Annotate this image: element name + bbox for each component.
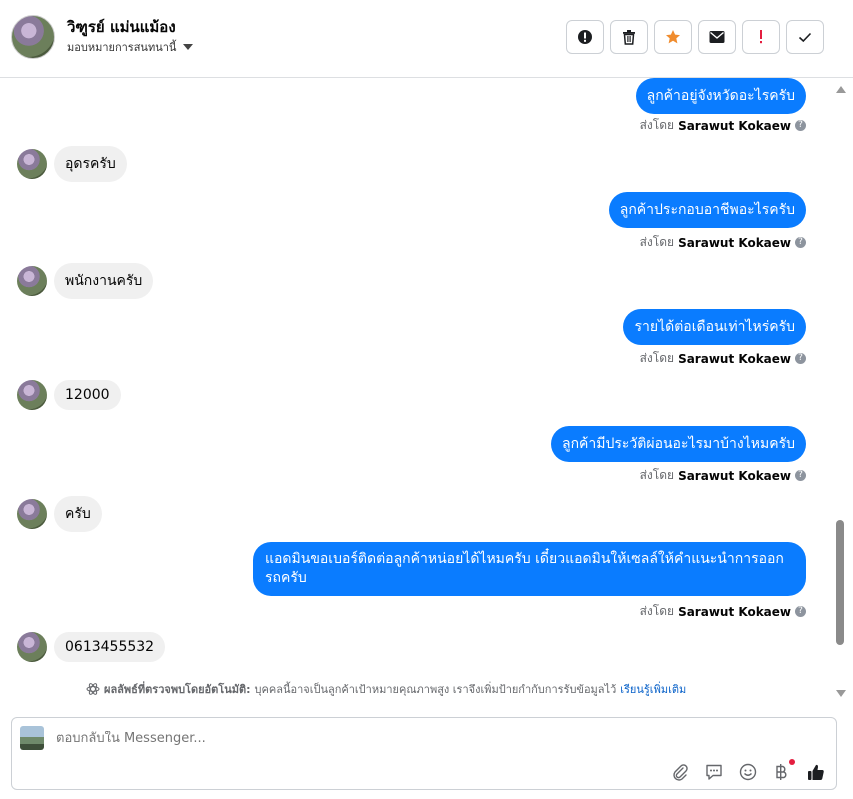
sender-name: Sarawut Kokaew (678, 118, 791, 133)
help-icon[interactable]: ? (795, 353, 806, 364)
check-icon (798, 32, 812, 43)
mark-spam-button[interactable] (566, 20, 604, 54)
auto-note-text: บุคคลนี้อาจเป็นลูกค้าเป้าหมายคุณภาพสูง เ… (254, 683, 617, 696)
saved-replies-button[interactable] (704, 762, 724, 782)
header-toolbar (566, 20, 824, 54)
notification-dot (789, 759, 795, 765)
trash-icon (623, 30, 635, 45)
mail-icon (709, 31, 725, 43)
incoming-message[interactable]: 12000 (54, 380, 121, 410)
sender-name: Sarawut Kokaew (678, 351, 791, 366)
delete-button[interactable] (610, 20, 648, 54)
sent-by-prefix: ส่งโดย (639, 604, 675, 618)
reply-input[interactable] (56, 731, 656, 746)
incoming-message-row: พนักงานครับ (17, 263, 154, 299)
outgoing-message[interactable]: รายได้ต่อเดือนเท่าไหร่ครับ (623, 309, 806, 345)
like-button[interactable] (806, 762, 826, 782)
payment-button[interactable] (772, 759, 795, 782)
outgoing-message[interactable]: ลูกค้าประกอบอาชีพอะไรครับ (608, 192, 806, 228)
atom-icon (86, 683, 100, 695)
conversation-header: วิฑูรย์ แม่นแม้อง มอบหมายการสนทนานี้ (0, 0, 853, 78)
paperclip-icon (673, 764, 688, 781)
thumbs-up-icon (808, 764, 824, 780)
sent-by-label: ส่งโดย Sarawut Kokaew ? (640, 233, 806, 252)
outgoing-message[interactable]: แอดมินขอเบอร์ติดต่อลูกค้าหน่อยได้ไหมครับ… (253, 542, 806, 596)
follow-up-button[interactable] (742, 20, 780, 54)
composer-toolbar (670, 759, 826, 782)
sent-by-prefix: ส่งโดย (639, 468, 675, 482)
incoming-message-row: อุดรครับ (17, 146, 127, 182)
mark-done-button[interactable] (786, 20, 824, 54)
incoming-message[interactable]: อุดรครับ (54, 146, 127, 182)
chevron-down-icon (183, 44, 194, 50)
contact-avatar[interactable] (11, 15, 55, 59)
assign-conversation-dropdown[interactable]: มอบหมายการสนทนานี้ (67, 38, 194, 56)
incoming-message[interactable]: 0613455532 (54, 632, 166, 662)
star-button[interactable] (654, 20, 692, 54)
avatar (17, 266, 47, 296)
sent-by-prefix: ส่งโดย (639, 351, 675, 365)
help-icon[interactable]: ? (795, 606, 806, 617)
assign-label: มอบหมายการสนทนานี้ (67, 41, 177, 54)
sent-by-label: ส่งโดย Sarawut Kokaew ? (640, 349, 806, 368)
avatar (17, 149, 47, 179)
avatar (17, 380, 47, 410)
sent-by-prefix: ส่งโดย (639, 235, 675, 249)
help-icon[interactable]: ? (795, 470, 806, 481)
scrollbar-thumb[interactable] (836, 520, 844, 645)
avatar (17, 499, 47, 529)
sent-by-label: ส่งโดย Sarawut Kokaew ? (640, 466, 806, 485)
sender-name: Sarawut Kokaew (678, 604, 791, 619)
sent-by-label: ส่งโดย Sarawut Kokaew ? (640, 602, 806, 621)
mark-unread-button[interactable] (698, 20, 736, 54)
exclamation-icon (760, 30, 762, 44)
incoming-message-row: ครับ (17, 496, 102, 532)
outgoing-message[interactable]: ลูกค้าอยู่จังหวัดอะไรครับ (635, 78, 806, 114)
help-icon[interactable]: ? (795, 120, 806, 131)
smiley-icon (739, 763, 757, 781)
reply-composer (11, 717, 837, 790)
attach-button[interactable] (670, 762, 690, 782)
scroll-up-arrow-icon[interactable] (836, 86, 846, 93)
sender-name: Sarawut Kokaew (678, 235, 791, 250)
incoming-message-row: 12000 (17, 380, 121, 410)
emoji-button[interactable] (738, 762, 758, 782)
chat-bubble-icon (706, 764, 722, 780)
sent-by-label: ส่งโดย Sarawut Kokaew ? (640, 116, 806, 135)
incoming-message[interactable]: พนักงานครับ (54, 263, 154, 299)
avatar (17, 632, 47, 662)
scroll-down-arrow-icon[interactable] (836, 690, 846, 697)
outgoing-message[interactable]: ลูกค้ามีประวัติผ่อนอะไรมาบ้างไหมครับ (550, 426, 806, 462)
contact-name[interactable]: วิฑูรย์ แม่นแม้อง (67, 15, 176, 39)
star-icon (666, 30, 680, 44)
auto-note-title: ผลลัพธ์ที่ตรวจพบโดยอัตโนมัติ: (104, 683, 251, 696)
sent-by-prefix: ส่งโดย (639, 118, 675, 132)
learn-more-link[interactable]: เรียนรู้เพิ่มเติม (620, 680, 686, 698)
incoming-message[interactable]: ครับ (54, 496, 102, 532)
alert-icon (578, 30, 592, 44)
auto-detection-note: ผลลัพธ์ที่ตรวจพบโดยอัตโนมัติ: บุคคลนี้อา… (86, 680, 686, 698)
help-icon[interactable]: ? (795, 237, 806, 248)
baht-icon (776, 764, 787, 780)
incoming-message-row: 0613455532 (17, 632, 166, 662)
message-thread[interactable]: ลูกค้าอยู่จังหวัดอะไรครับ ส่งโดย Sarawut… (0, 78, 833, 708)
sender-name: Sarawut Kokaew (678, 468, 791, 483)
page-avatar (20, 726, 44, 750)
